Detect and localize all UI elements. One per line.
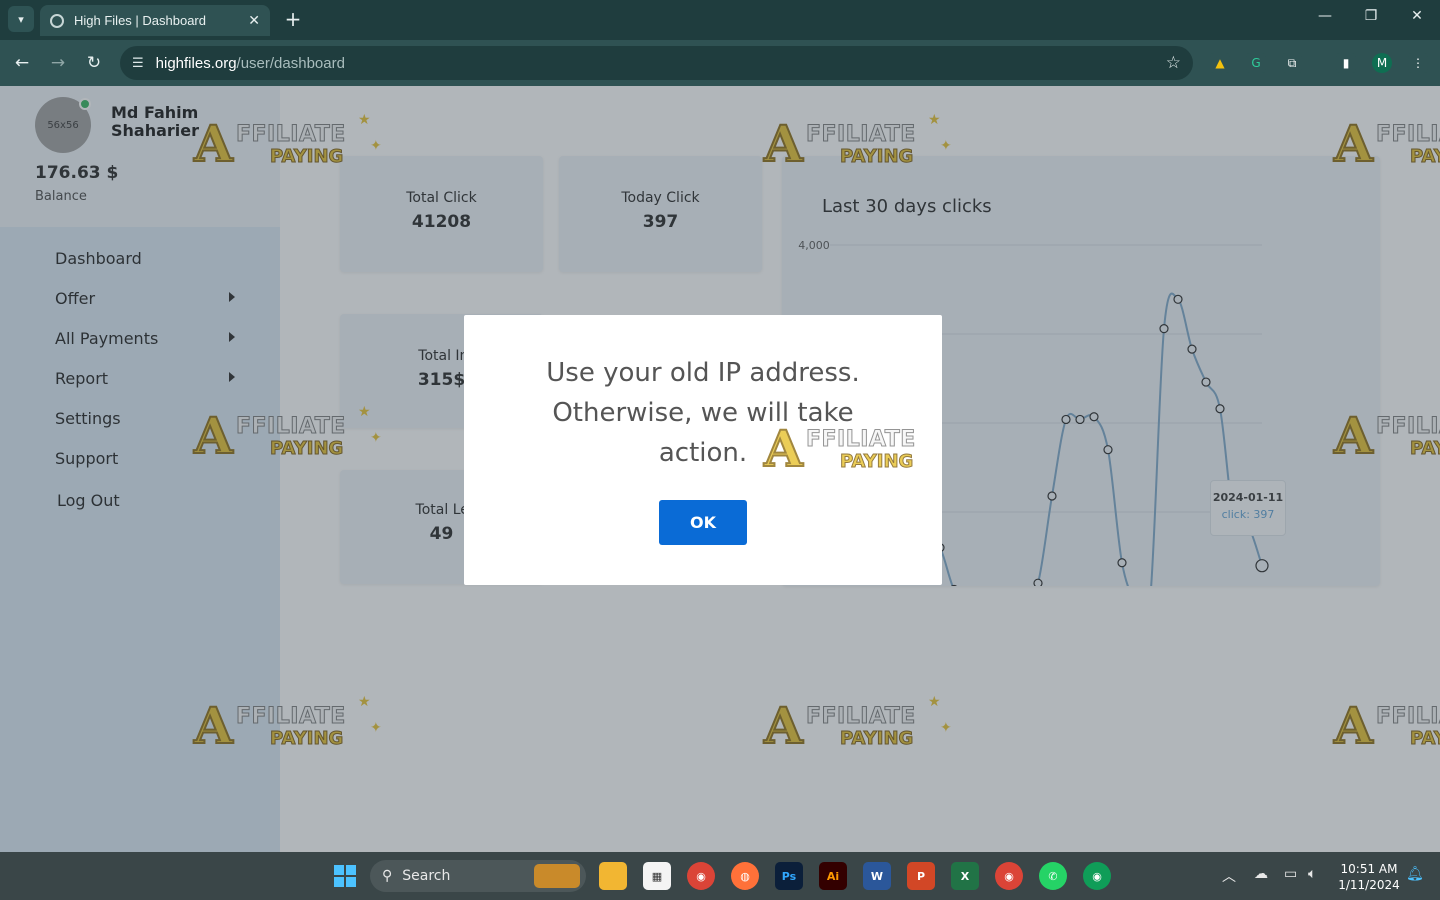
drive-extension-icon[interactable]: ▲ bbox=[1210, 53, 1230, 73]
search-highlight-icon bbox=[534, 864, 580, 888]
clock-date: 1/11/2024 bbox=[1338, 878, 1400, 892]
chrome-active-icon[interactable]: ◉ bbox=[1083, 862, 1111, 890]
onedrive-icon[interactable]: ☁ bbox=[1254, 866, 1268, 882]
illustrator-icon[interactable]: Ai bbox=[819, 862, 847, 890]
search-icon: ⚲ bbox=[382, 868, 393, 884]
address-bar-row: ← → ↻ ☰ highfiles.org/user/dashboard ☆ ▲… bbox=[0, 40, 1440, 86]
dialog-message: Use your old IP address. Otherwise, we w… bbox=[546, 358, 860, 468]
chrome-profile-icon[interactable]: ◉ bbox=[995, 862, 1023, 890]
ok-button[interactable]: OK bbox=[659, 500, 747, 545]
forward-button[interactable]: → bbox=[46, 52, 70, 74]
windows-taskbar: ⚲ Search ▦ ◉ ◍ Ps Ai W P X ◉ ✆ ◉ ︿ ☁ ▭ 🔈… bbox=[0, 852, 1440, 900]
tab-title: High Files | Dashboard bbox=[74, 13, 206, 28]
network-icon[interactable]: ▭ bbox=[1284, 866, 1297, 882]
minimize-button[interactable]: — bbox=[1310, 8, 1340, 24]
file-explorer-icon[interactable] bbox=[599, 862, 627, 890]
restore-button[interactable]: ❐ bbox=[1356, 8, 1386, 24]
volume-icon[interactable]: 🔈︎ bbox=[1308, 866, 1316, 882]
tray-chevron-icon[interactable]: ︿ bbox=[1222, 866, 1236, 886]
powerpoint-icon[interactable]: P bbox=[907, 862, 935, 890]
windows-start-icon[interactable] bbox=[331, 862, 359, 890]
new-tab-button[interactable]: + bbox=[282, 8, 304, 30]
browser-menu-icon[interactable]: ⋮ bbox=[1408, 53, 1428, 73]
warning-dialog: Use your old IP address. Otherwise, we w… bbox=[464, 315, 942, 585]
side-panel-icon[interactable]: ▮ bbox=[1336, 53, 1356, 73]
clock-time: 10:51 AM bbox=[1340, 862, 1398, 876]
site-info-icon[interactable]: ☰ bbox=[132, 56, 144, 71]
url-field[interactable]: ☰ highfiles.org/user/dashboard ☆ bbox=[120, 46, 1193, 80]
browser-tab[interactable]: High Files | Dashboard ✕ bbox=[40, 5, 270, 36]
globe-icon bbox=[50, 13, 64, 28]
notification-bell-icon[interactable]: 🔔︎ bbox=[1406, 866, 1424, 882]
browser-tab-bar: ▾ High Files | Dashboard ✕ + — ❐ ✕ bbox=[0, 0, 1440, 40]
reload-button[interactable]: ↻ bbox=[82, 52, 106, 74]
tab-search-button[interactable]: ▾ bbox=[8, 6, 34, 32]
taskbar-search-label: Search bbox=[402, 868, 451, 884]
extensions-puzzle-icon[interactable]: ⧉ bbox=[1282, 53, 1302, 73]
profile-avatar[interactable]: M bbox=[1372, 53, 1392, 73]
word-icon[interactable]: W bbox=[863, 862, 891, 890]
taskbar-clock[interactable]: 10:51 AM 1/11/2024 bbox=[1336, 861, 1402, 893]
bookmark-star-icon[interactable]: ☆ bbox=[1166, 53, 1181, 73]
photoshop-icon[interactable]: Ps bbox=[775, 862, 803, 890]
url-path: /user/dashboard bbox=[236, 54, 345, 72]
firefox-icon[interactable]: ◍ bbox=[731, 862, 759, 890]
close-window-button[interactable]: ✕ bbox=[1402, 8, 1432, 24]
whatsapp-icon[interactable]: ✆ bbox=[1039, 862, 1067, 890]
url-host: highfiles.org bbox=[155, 54, 237, 72]
taskbar-search[interactable]: ⚲ Search bbox=[370, 860, 586, 892]
ms-store-icon[interactable]: ▦ bbox=[643, 862, 671, 890]
excel-icon[interactable]: X bbox=[951, 862, 979, 890]
back-button[interactable]: ← bbox=[10, 52, 34, 74]
chrome-icon[interactable]: ◉ bbox=[687, 862, 715, 890]
close-tab-icon[interactable]: ✕ bbox=[248, 13, 260, 29]
grammarly-extension-icon[interactable]: G bbox=[1246, 53, 1266, 73]
